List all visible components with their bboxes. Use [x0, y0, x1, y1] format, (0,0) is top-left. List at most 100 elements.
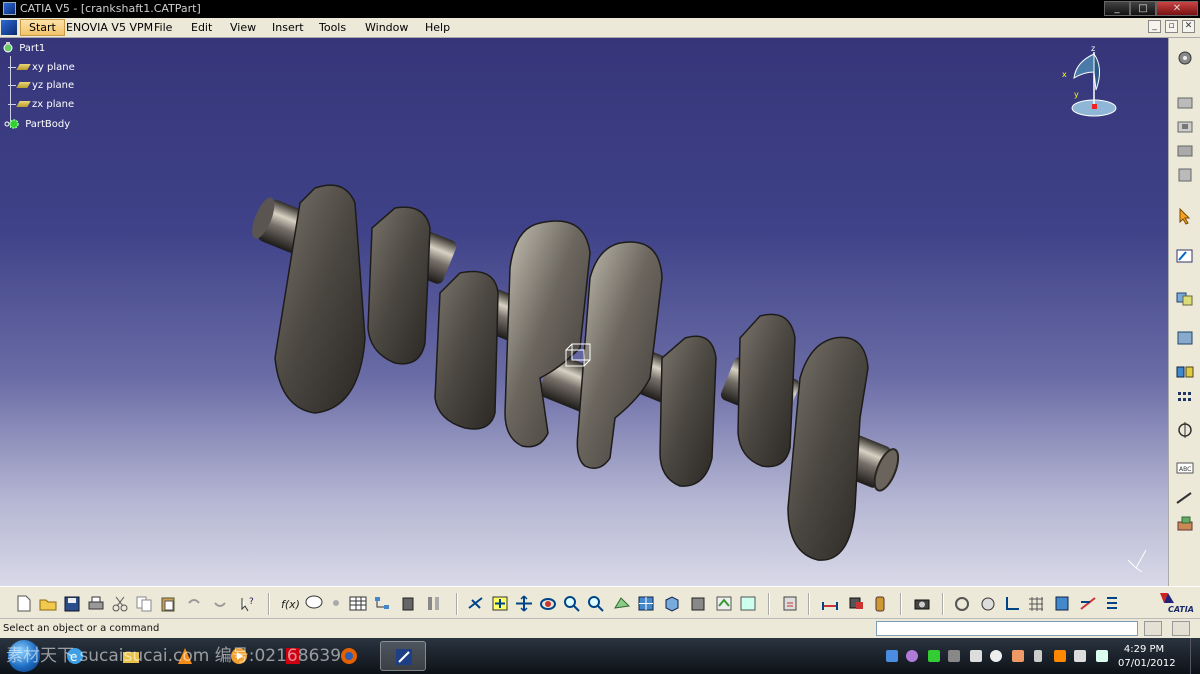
menu-tools[interactable]: Tools [319, 21, 346, 34]
mirror-icon[interactable] [1174, 362, 1196, 382]
taskbar-app-catia[interactable] [380, 641, 426, 671]
refresh-icon[interactable] [952, 594, 972, 613]
annotation-text-icon[interactable]: ABC [1174, 458, 1196, 478]
tree-graph-icon[interactable] [372, 594, 392, 613]
tray-flame-icon[interactable] [1054, 650, 1066, 662]
svg-text:ABC: ABC [1179, 466, 1191, 473]
menu-view[interactable]: View [230, 21, 256, 34]
tray-security-icon[interactable] [1012, 650, 1024, 662]
doc-restore-button[interactable]: ▫ [1165, 20, 1178, 33]
command-input[interactable] [876, 621, 1138, 636]
window-title: CATIA V5 - [crankshaft1.CATPart] [20, 2, 201, 15]
sketch-icon[interactable] [1174, 246, 1196, 266]
redo-icon[interactable] [210, 594, 230, 613]
tray-app-icon[interactable] [906, 650, 918, 662]
print-icon[interactable] [86, 594, 106, 613]
sketcher-gear-icon[interactable] [1174, 48, 1196, 68]
system-clock[interactable]: 4:29 PM 07/01/2012 [1118, 643, 1176, 671]
document-icon[interactable] [1, 20, 17, 35]
doc-close-button[interactable]: ✕ [1182, 20, 1195, 33]
multi-view-icon[interactable] [636, 594, 656, 613]
network-icon[interactable] [1096, 650, 1108, 662]
axis-system-icon[interactable] [1174, 420, 1196, 440]
status-bar: Select an object or a command [0, 618, 1200, 638]
shaft-icon[interactable] [1174, 140, 1196, 160]
hand-icon[interactable] [978, 594, 998, 613]
measure-between-icon[interactable] [820, 594, 840, 613]
groove-icon[interactable] [1174, 164, 1196, 184]
comment-icon[interactable] [304, 594, 324, 613]
apply-material-icon[interactable] [870, 594, 890, 613]
catia-logo: CATIA [1154, 589, 1198, 617]
chamfer-icon[interactable] [1174, 328, 1196, 348]
capture-camera-icon[interactable] [912, 594, 932, 613]
axis-icon[interactable] [1002, 594, 1022, 613]
material-icon[interactable] [1174, 514, 1196, 534]
list-icon[interactable] [1102, 594, 1122, 613]
hide-show-icon[interactable] [714, 594, 734, 613]
undo-icon[interactable] [184, 594, 204, 613]
zoom-out-icon[interactable] [586, 594, 606, 613]
rotate-icon[interactable] [538, 594, 558, 613]
tray-disk-icon[interactable] [990, 650, 1002, 662]
normal-view-icon[interactable] [612, 594, 632, 613]
catia-app-icon[interactable] [3, 2, 16, 15]
copy-icon[interactable] [134, 594, 154, 613]
measure-item-icon[interactable] [846, 594, 866, 613]
open-folder-icon[interactable] [38, 594, 58, 613]
printer-icon[interactable] [970, 650, 982, 662]
crank-web-2 [367, 206, 431, 365]
boolean-icon[interactable] [1174, 288, 1196, 308]
menu-start[interactable]: Start [20, 19, 65, 36]
zoom-in-icon[interactable] [562, 594, 582, 613]
fly-mode-icon[interactable] [466, 594, 486, 613]
update-icon[interactable] [780, 594, 800, 613]
knowledge-icon[interactable] [326, 594, 346, 613]
bluetooth-icon[interactable] [886, 650, 898, 662]
volume-icon[interactable] [1074, 650, 1086, 662]
minimize-button[interactable]: _ [1104, 1, 1130, 16]
save-icon[interactable] [62, 594, 82, 613]
menu-window[interactable]: Window [365, 21, 408, 34]
table-icon[interactable] [348, 594, 368, 613]
whats-this-icon[interactable]: ? [238, 594, 258, 613]
select-cursor-icon[interactable] [1174, 206, 1196, 226]
swap-space-icon[interactable] [738, 594, 758, 613]
pan-icon[interactable] [514, 594, 534, 613]
command-cancel-button[interactable] [1172, 621, 1190, 636]
menu-enovia[interactable]: ENOVIA V5 VPM [66, 21, 153, 34]
tray-device-icon[interactable] [948, 650, 960, 662]
doc-minimize-button[interactable]: _ [1148, 20, 1161, 33]
menu-edit[interactable]: Edit [191, 21, 212, 34]
paste-icon[interactable] [158, 594, 178, 613]
tools-palette-icon[interactable] [424, 594, 444, 613]
constraint-icon[interactable] [1078, 594, 1098, 613]
command-history-button[interactable] [1144, 621, 1162, 636]
close-button[interactable]: ✕ [1156, 1, 1198, 16]
maximize-button[interactable]: □ [1130, 1, 1156, 16]
clock-time: 4:29 PM [1123, 644, 1165, 655]
pocket-icon[interactable] [1174, 116, 1196, 136]
pad-icon[interactable] [1174, 92, 1196, 112]
catalog-icon[interactable] [398, 594, 418, 613]
shading-icon[interactable] [688, 594, 708, 613]
menu-help[interactable]: Help [425, 21, 450, 34]
menu-insert[interactable]: Insert [272, 21, 304, 34]
show-desktop-button[interactable] [1190, 638, 1200, 674]
menu-file[interactable]: File [154, 21, 172, 34]
bottom-toolbar: ? f(x) CATIA [0, 586, 1200, 618]
crank-web-3 [434, 270, 499, 430]
cut-icon[interactable] [110, 594, 130, 613]
battery-icon[interactable] [1034, 650, 1042, 662]
iso-view-icon[interactable] [662, 594, 682, 613]
new-file-icon[interactable] [14, 594, 34, 613]
pattern-icon[interactable] [1174, 388, 1196, 408]
tray-green-icon[interactable] [928, 650, 940, 662]
3d-viewport[interactable]: Part1 xy plane yz plane zx plane PartBod… [0, 38, 1168, 586]
crankshaft-model[interactable] [0, 38, 1168, 586]
grid-icon[interactable] [1026, 594, 1046, 613]
layer-icon[interactable] [1052, 594, 1072, 613]
measure-icon[interactable] [1174, 488, 1196, 508]
formula-icon[interactable]: f(x) [280, 594, 300, 613]
fit-all-icon[interactable] [490, 594, 510, 613]
